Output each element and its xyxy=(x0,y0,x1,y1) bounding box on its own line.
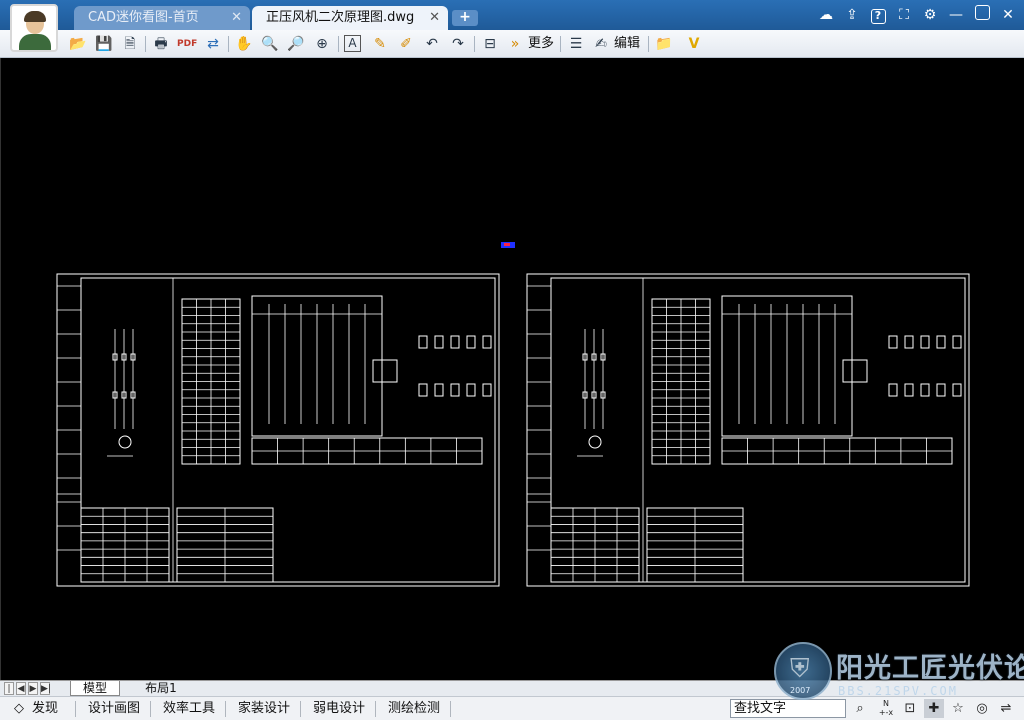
menu-efficiency-tools[interactable]: 效率工具 xyxy=(163,701,215,717)
pdf-icon[interactable]: PDF xyxy=(177,34,197,54)
search-icon[interactable]: ⌕ xyxy=(850,699,870,718)
settings-icon[interactable]: ⚙ xyxy=(920,5,940,25)
folder-icon[interactable]: 📁 xyxy=(654,34,674,54)
bottom-bar: ◇ 发现 设计画图 效率工具 家装设计 弱电设计 测绘检测 查找文字 ⌕ N +-… xyxy=(0,696,1024,720)
pan-icon[interactable]: ✋ xyxy=(234,34,254,54)
layout-tab-bar: |◀ ◀ ▶ ▶| 模型 布局1 xyxy=(0,680,1024,707)
tab-model[interactable]: 模型 xyxy=(70,681,120,696)
next-layout-icon[interactable]: ▶ xyxy=(28,682,38,695)
redo-icon[interactable]: ↷ xyxy=(448,34,468,54)
tab-close-icon[interactable]: ✕ xyxy=(429,6,440,30)
layers-icon[interactable]: ☰ xyxy=(566,34,586,54)
globe-icon[interactable]: ◎ xyxy=(972,699,992,718)
tab-drawing[interactable]: 正压风机二次原理图.dwg ✕ xyxy=(252,6,448,30)
vip-icon[interactable]: V xyxy=(684,34,704,54)
tab-home-label: CAD迷你看图-首页 xyxy=(88,10,199,25)
crosshair-icon[interactable]: ✚ xyxy=(924,699,944,718)
menu-survey[interactable]: 测绘检测 xyxy=(388,701,440,717)
tab-close-icon[interactable]: ✕ xyxy=(231,6,242,30)
pen-icon[interactable]: ✎ xyxy=(370,34,390,54)
toggle-icon[interactable]: ⇌ xyxy=(996,699,1016,718)
new-tab-button[interactable]: + xyxy=(452,10,478,26)
close-icon[interactable]: ✕ xyxy=(998,5,1018,25)
minimize-icon[interactable]: — xyxy=(946,5,966,25)
last-layout-icon[interactable]: ▶| xyxy=(40,682,51,695)
discover-icon: ◇ xyxy=(14,701,24,716)
help-icon[interactable]: ? xyxy=(868,5,888,25)
tab-layout1[interactable]: 布局1 xyxy=(134,681,188,696)
edit-button[interactable]: 编辑 xyxy=(614,35,640,53)
menu-design-draw[interactable]: 设计画图 xyxy=(88,701,140,717)
first-layout-icon[interactable]: |◀ xyxy=(4,682,14,707)
zoom-window-icon[interactable]: 🔎 xyxy=(286,34,306,54)
title-bar: CAD迷你看图-首页 ✕ 正压风机二次原理图.dwg ✕ + ☁ ⇪ ? ⛶ ⚙… xyxy=(0,0,1024,30)
more-button[interactable]: 更多 xyxy=(528,35,554,53)
drawing-canvas[interactable] xyxy=(0,58,1024,680)
fullscreen-icon[interactable]: ⛶ xyxy=(894,5,914,25)
menu-weak-current[interactable]: 弱电设计 xyxy=(313,701,365,717)
avatar[interactable] xyxy=(10,4,58,52)
more-icon[interactable]: » xyxy=(505,34,525,54)
prev-layout-icon[interactable]: ◀ xyxy=(16,682,26,695)
tab-drawing-label: 正压风机二次原理图.dwg xyxy=(266,10,415,25)
open-icon[interactable]: 📂 xyxy=(68,34,88,54)
cad-drawing xyxy=(56,242,970,587)
tab-home[interactable]: CAD迷你看图-首页 ✕ xyxy=(74,6,250,30)
search-input[interactable]: 查找文字 xyxy=(730,699,846,718)
undo-icon[interactable]: ↶ xyxy=(422,34,442,54)
zoom-extents-icon[interactable]: ⊕ xyxy=(312,34,332,54)
frame-icon[interactable]: ⊡ xyxy=(900,699,920,718)
print-icon[interactable]: 🖶 xyxy=(151,34,171,54)
save-as-icon[interactable]: 🗎 xyxy=(120,34,140,54)
convert-icon[interactable]: ⇄ xyxy=(203,34,223,54)
measure-icon[interactable]: ⊟ xyxy=(480,34,500,54)
zoom-in-icon[interactable]: 🔍 xyxy=(260,34,280,54)
favorite-icon[interactable]: ☆ xyxy=(948,699,968,718)
markup-icon[interactable]: ✐ xyxy=(396,34,416,54)
share-icon[interactable]: ⇪ xyxy=(842,5,862,25)
toolbar: 📂 💾 🗎 🖶 PDF ⇄ ✋ 🔍 🔎 ⊕ A ✎ ✐ ↶ ↷ ⊟ » 更多 ☰… xyxy=(0,30,1024,58)
text-icon[interactable]: A xyxy=(344,35,361,52)
cloud-icon[interactable]: ☁ xyxy=(816,5,836,25)
edit-icon[interactable]: ✍ xyxy=(591,34,611,54)
snap-icon[interactable]: N +-x xyxy=(876,699,896,718)
maximize-icon[interactable] xyxy=(972,5,992,25)
menu-discover[interactable]: 发现 xyxy=(32,701,58,717)
menu-home-design[interactable]: 家装设计 xyxy=(238,701,290,717)
save-icon[interactable]: 💾 xyxy=(94,34,114,54)
